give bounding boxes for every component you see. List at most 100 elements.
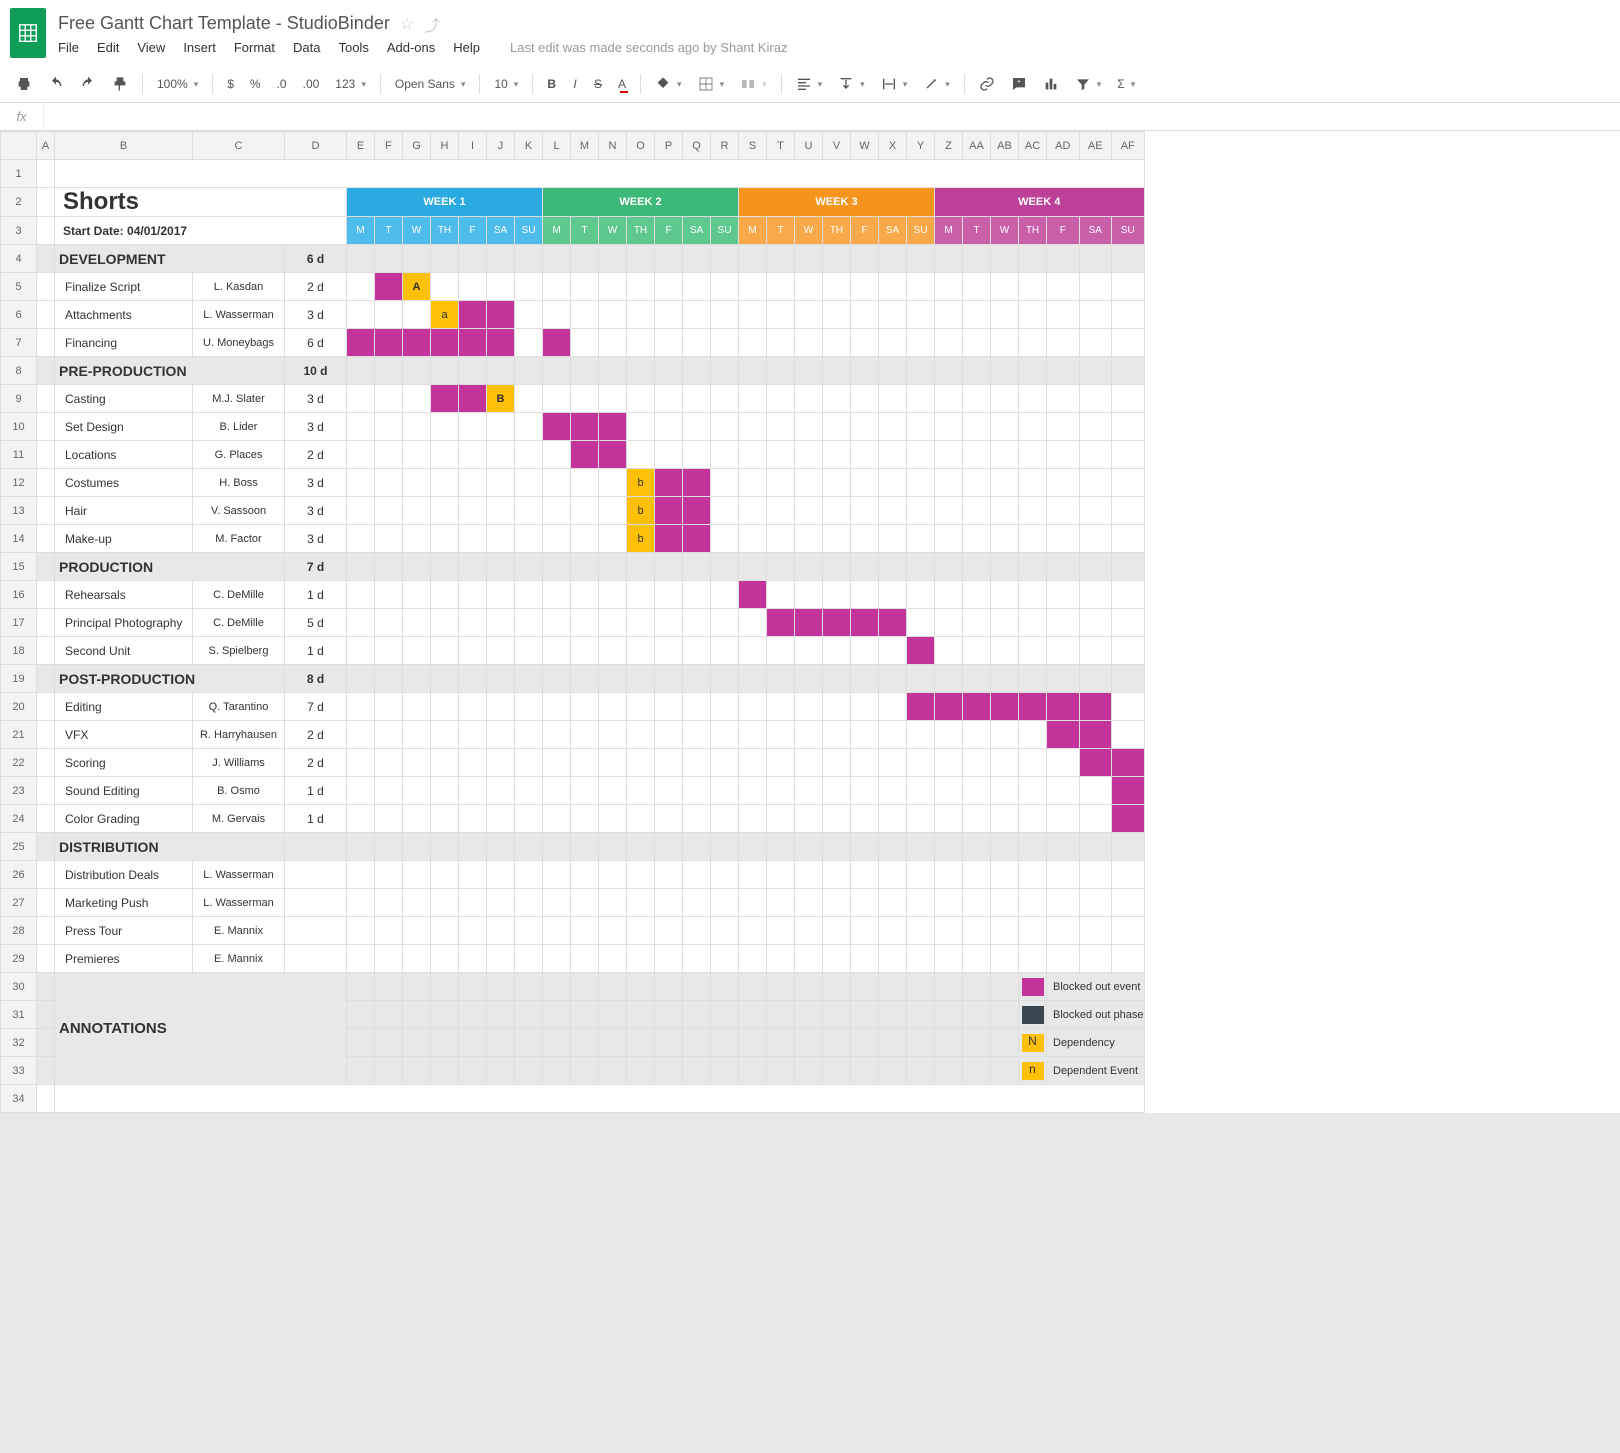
gantt-cell[interactable]: [739, 329, 767, 357]
task-duration[interactable]: [285, 917, 347, 945]
gantt-cell[interactable]: [627, 721, 655, 749]
gantt-cell[interactable]: [795, 385, 823, 413]
gantt-cell[interactable]: [375, 1029, 403, 1057]
gantt-cell[interactable]: [711, 1029, 739, 1057]
gantt-cell[interactable]: [739, 861, 767, 889]
section-duration[interactable]: 10 d: [285, 357, 347, 385]
gantt-cell[interactable]: [627, 1001, 655, 1029]
gantt-cell[interactable]: [627, 553, 655, 581]
gantt-cell[interactable]: [1047, 525, 1080, 553]
gantt-cell[interactable]: [431, 945, 459, 973]
gantt-cell[interactable]: [711, 637, 739, 665]
gantt-cell[interactable]: [543, 1001, 571, 1029]
gantt-cell[interactable]: [375, 609, 403, 637]
redo-button[interactable]: [74, 72, 102, 96]
col-header-T[interactable]: T: [767, 132, 795, 160]
undo-button[interactable]: [42, 72, 70, 96]
gantt-cell[interactable]: [1019, 861, 1047, 889]
gantt-cell[interactable]: [431, 1029, 459, 1057]
gantt-cell[interactable]: [1019, 385, 1047, 413]
gantt-cell[interactable]: [935, 693, 963, 721]
menu-data[interactable]: Data: [293, 40, 320, 55]
col-header-I[interactable]: I: [459, 132, 487, 160]
gantt-cell[interactable]: [459, 497, 487, 525]
gantt-cell[interactable]: [879, 357, 907, 385]
gantt-cell[interactable]: [487, 301, 515, 329]
task-assignee[interactable]: H. Boss: [193, 469, 285, 497]
gantt-cell[interactable]: [487, 637, 515, 665]
col-header-K[interactable]: K: [515, 132, 543, 160]
gantt-cell[interactable]: [487, 525, 515, 553]
task-assignee[interactable]: L. Kasdan: [193, 273, 285, 301]
gantt-cell[interactable]: [935, 273, 963, 301]
gantt-cell[interactable]: [515, 273, 543, 301]
gantt-cell[interactable]: [823, 1029, 851, 1057]
gantt-cell[interactable]: [991, 413, 1019, 441]
gantt-cell[interactable]: [599, 721, 627, 749]
gantt-cell[interactable]: [1079, 385, 1112, 413]
gantt-cell[interactable]: [627, 637, 655, 665]
gantt-cell[interactable]: [1079, 749, 1112, 777]
gantt-cell[interactable]: [543, 749, 571, 777]
gantt-cell[interactable]: [1079, 693, 1112, 721]
gantt-cell[interactable]: [935, 525, 963, 553]
formula-input[interactable]: [44, 103, 1620, 130]
gantt-cell[interactable]: [963, 805, 991, 833]
gantt-cell[interactable]: [403, 777, 431, 805]
gantt-cell[interactable]: [963, 385, 991, 413]
fontsize-select[interactable]: 10: [488, 73, 524, 95]
day-header[interactable]: TH: [1019, 217, 1047, 245]
gantt-cell[interactable]: [375, 301, 403, 329]
gantt-cell[interactable]: [683, 973, 711, 1001]
gantt-cell[interactable]: [823, 833, 851, 861]
gantt-cell[interactable]: [403, 413, 431, 441]
gantt-cell[interactable]: [739, 721, 767, 749]
gantt-cell[interactable]: [851, 553, 879, 581]
gantt-cell[interactable]: [599, 1029, 627, 1057]
gantt-cell[interactable]: [991, 805, 1019, 833]
gantt-cell[interactable]: [795, 1057, 823, 1085]
gantt-cell[interactable]: [879, 525, 907, 553]
gantt-cell[interactable]: [1019, 357, 1047, 385]
gantt-cell[interactable]: [347, 329, 375, 357]
filter-button[interactable]: [1069, 72, 1108, 96]
gantt-cell[interactable]: [879, 721, 907, 749]
gantt-cell[interactable]: [1019, 749, 1047, 777]
gantt-cell[interactable]: [459, 581, 487, 609]
task-duration[interactable]: 1 d: [285, 581, 347, 609]
gantt-cell[interactable]: [767, 917, 795, 945]
gantt-cell[interactable]: [571, 1057, 599, 1085]
star-icon[interactable]: ☆: [400, 14, 414, 34]
gantt-cell[interactable]: [683, 693, 711, 721]
col-header-U[interactable]: U: [795, 132, 823, 160]
gantt-cell[interactable]: a: [431, 301, 459, 329]
gantt-cell[interactable]: [795, 329, 823, 357]
gantt-cell[interactable]: [599, 973, 627, 1001]
task-label[interactable]: Hair: [55, 497, 193, 525]
gantt-cell[interactable]: [403, 637, 431, 665]
task-assignee[interactable]: G. Places: [193, 441, 285, 469]
gantt-cell[interactable]: [739, 749, 767, 777]
gantt-cell[interactable]: [571, 749, 599, 777]
gantt-cell[interactable]: [403, 581, 431, 609]
gantt-cell[interactable]: [375, 805, 403, 833]
gantt-cell[interactable]: [543, 441, 571, 469]
gantt-cell[interactable]: [599, 1001, 627, 1029]
gantt-cell[interactable]: [963, 721, 991, 749]
gantt-cell[interactable]: [1047, 441, 1080, 469]
bold-button[interactable]: B: [541, 73, 562, 95]
gantt-cell[interactable]: [1047, 357, 1080, 385]
gantt-cell[interactable]: [627, 973, 655, 1001]
day-header[interactable]: W: [991, 217, 1019, 245]
row-header-14[interactable]: 14: [1, 525, 37, 553]
merge-button[interactable]: [734, 72, 773, 96]
gantt-cell[interactable]: [515, 245, 543, 273]
gantt-cell[interactable]: [515, 553, 543, 581]
gantt-cell[interactable]: [795, 749, 823, 777]
gantt-cell[interactable]: [935, 385, 963, 413]
gantt-cell[interactable]: [599, 805, 627, 833]
gantt-cell[interactable]: [627, 777, 655, 805]
gantt-cell[interactable]: [767, 1057, 795, 1085]
gantt-cell[interactable]: [963, 413, 991, 441]
gantt-cell[interactable]: [375, 497, 403, 525]
